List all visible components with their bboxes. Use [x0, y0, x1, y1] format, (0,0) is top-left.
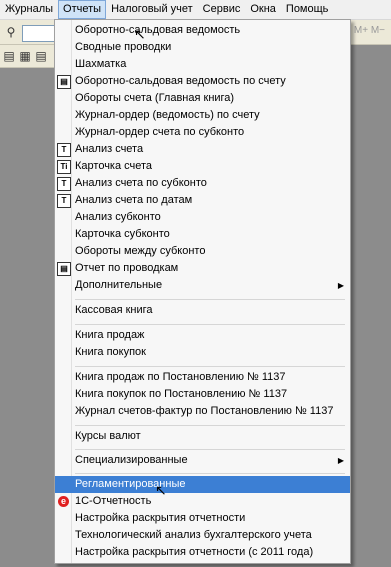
- menu-item[interactable]: Книга покупок по Постановлению № 1137: [55, 386, 350, 403]
- menu-item[interactable]: ▤ Оборотно-сальдовая ведомость по счету: [55, 73, 350, 90]
- report-icon: ▤: [57, 262, 71, 276]
- menu-item[interactable]: Журнал-ордер (ведомость) по счету: [55, 107, 350, 124]
- memory-buttons[interactable]: M+ M−: [354, 25, 385, 36]
- separator: [75, 425, 345, 426]
- separator: [75, 324, 345, 325]
- menu-item-regulated[interactable]: Регламентированные: [55, 476, 350, 493]
- menu-item[interactable]: Журнал счетов-фактур по Постановлению № …: [55, 403, 350, 420]
- menu-item[interactable]: Книга продаж: [55, 327, 350, 344]
- menu-item[interactable]: T Анализ счета: [55, 141, 350, 158]
- account-analysis-icon: T: [57, 143, 71, 157]
- document-icon[interactable]: ▤: [2, 49, 16, 63]
- menu-item-additional[interactable]: Дополнительные ▶: [55, 277, 350, 294]
- menu-item[interactable]: Оборотно-сальдовая ведомость: [55, 22, 350, 39]
- search-input[interactable]: [22, 25, 56, 42]
- menu-item[interactable]: Кассовая книга: [55, 302, 350, 319]
- submenu-arrow-icon: ▶: [337, 281, 344, 290]
- menu-help[interactable]: Помощь: [281, 0, 334, 19]
- separator: [75, 366, 345, 367]
- menu-item[interactable]: Журнал-ордер счета по субконто: [55, 124, 350, 141]
- menu-item[interactable]: Книга покупок: [55, 344, 350, 361]
- menu-item[interactable]: Ti Карточка счета: [55, 158, 350, 175]
- menu-item[interactable]: T Анализ счета по субконто: [55, 175, 350, 192]
- toolbar-secondary: ▤ ▦ ▤: [0, 45, 60, 68]
- menu-item[interactable]: Обороты счета (Главная книга): [55, 90, 350, 107]
- menu-item[interactable]: Настройка раскрытия отчетности: [55, 510, 350, 527]
- menu-item[interactable]: Обороты между субконто: [55, 243, 350, 260]
- menu-windows[interactable]: Окна: [245, 0, 281, 19]
- menu-tax[interactable]: Налоговый учет: [106, 0, 198, 19]
- menu-item[interactable]: Шахматка: [55, 56, 350, 73]
- report-icon: ▤: [57, 75, 71, 89]
- menu-item-specialized[interactable]: Специализированные ▶: [55, 452, 350, 469]
- binoculars-icon[interactable]: ⚲: [4, 25, 18, 39]
- menu-item[interactable]: Карточка субконто: [55, 226, 350, 243]
- separator: [75, 473, 345, 474]
- reports-dropdown: Оборотно-сальдовая ведомость Сводные про…: [54, 19, 351, 564]
- menu-item[interactable]: T Анализ счета по датам: [55, 192, 350, 209]
- account-subconto-icon: T: [57, 177, 71, 191]
- separator: [75, 299, 345, 300]
- menu-item[interactable]: Сводные проводки: [55, 39, 350, 56]
- menu-item[interactable]: Книга продаж по Постановлению № 1137: [55, 369, 350, 386]
- document2-icon[interactable]: ▦: [18, 49, 32, 63]
- menu-item[interactable]: Технологический анализ бухгалтерского уч…: [55, 527, 350, 544]
- menu-bar: Журналы Отчеты Налоговый учет Сервис Окн…: [0, 0, 391, 20]
- menu-item[interactable]: Курсы валют: [55, 428, 350, 445]
- menu-journals[interactable]: Журналы: [0, 0, 58, 19]
- submenu-arrow-icon: ▶: [337, 456, 344, 465]
- account-card-icon: Ti: [57, 160, 71, 174]
- document3-icon[interactable]: ▤: [34, 49, 48, 63]
- menu-item[interactable]: ▤ Отчет по проводкам: [55, 260, 350, 277]
- menu-reports[interactable]: Отчеты: [58, 0, 107, 19]
- menu-service[interactable]: Сервис: [198, 0, 246, 19]
- separator: [75, 449, 345, 450]
- menu-item[interactable]: e 1С-Отчетность: [55, 493, 350, 510]
- 1c-reporting-icon: e: [58, 496, 69, 507]
- menu-item[interactable]: Настройка раскрытия отчетности (с 2011 г…: [55, 544, 350, 561]
- mouse-cursor-icon: ↖: [155, 482, 167, 498]
- account-dates-icon: T: [57, 194, 71, 208]
- menu-item[interactable]: Анализ субконто: [55, 209, 350, 226]
- mouse-cursor-icon: ↖: [134, 26, 146, 42]
